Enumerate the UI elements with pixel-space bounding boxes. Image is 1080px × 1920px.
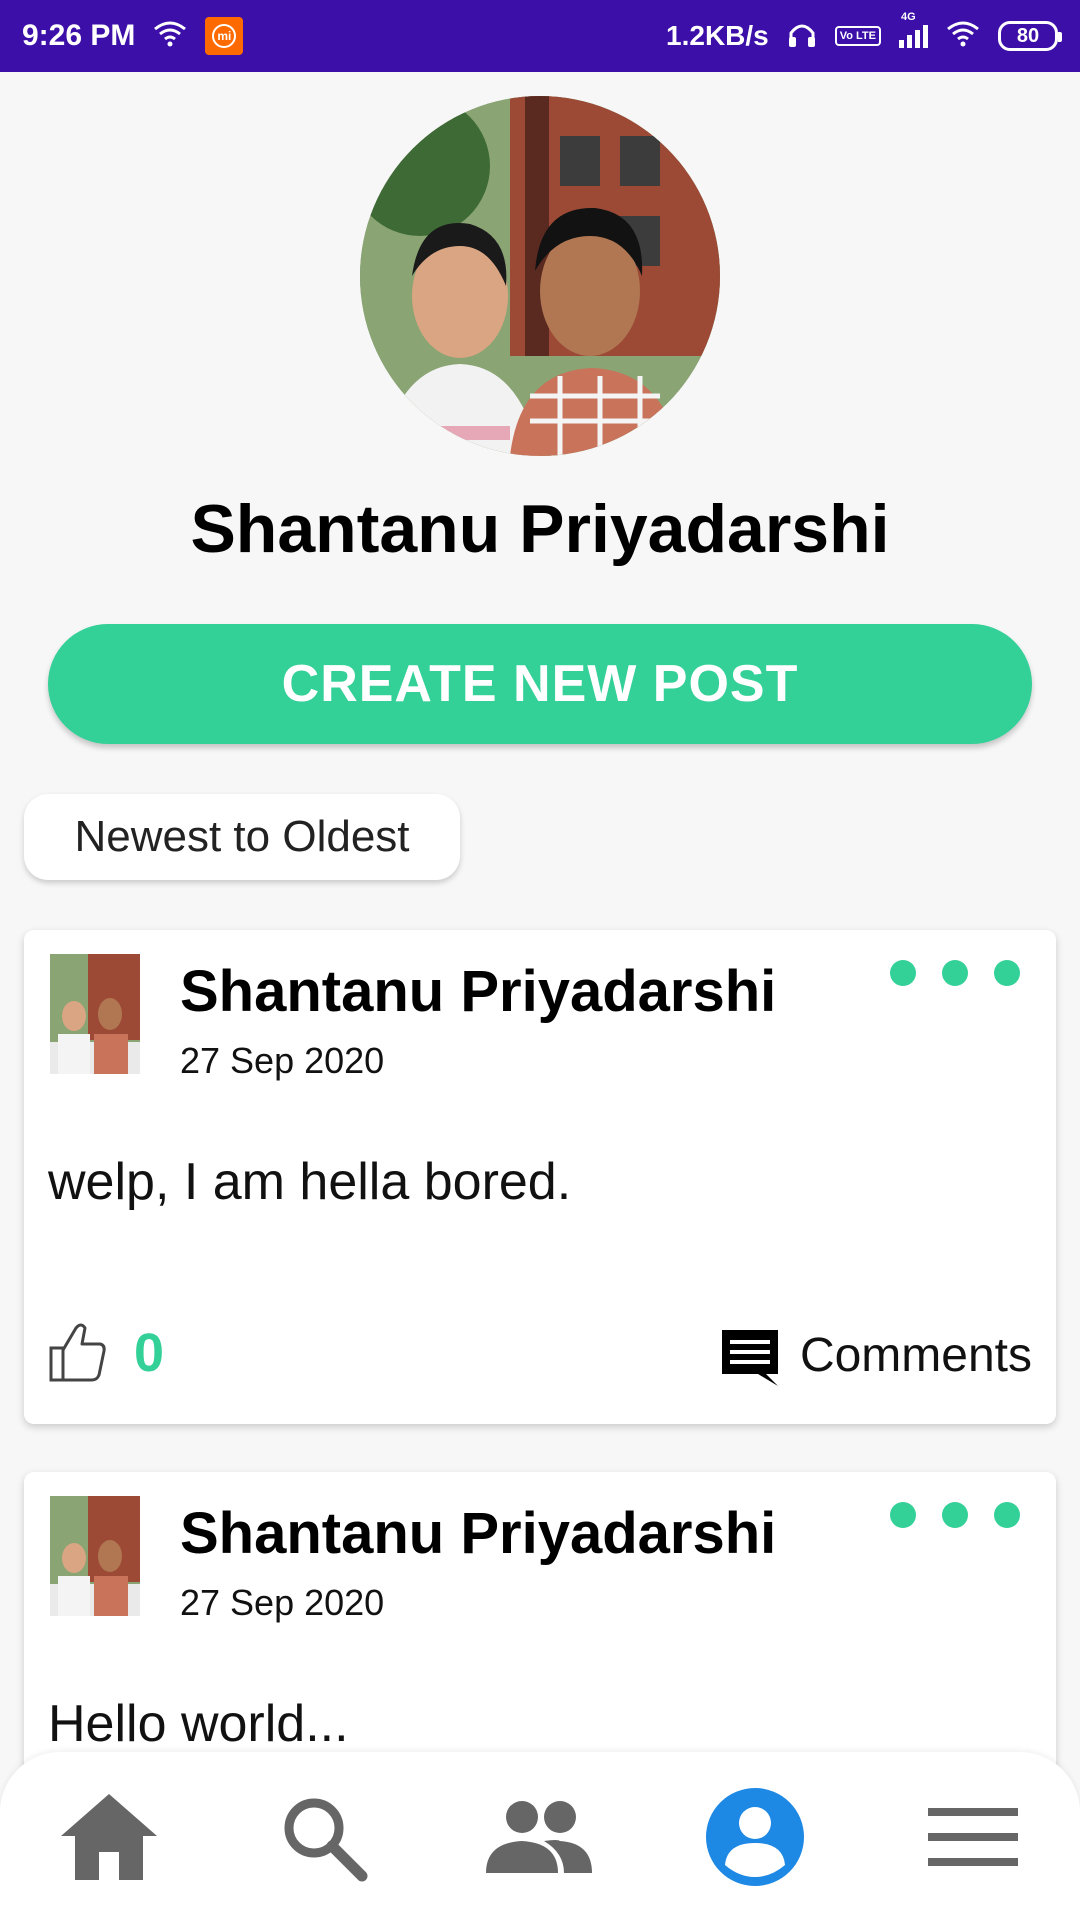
create-new-post-button[interactable]: CREATE NEW POST	[48, 624, 1032, 744]
mi-app-icon: mi	[205, 17, 244, 55]
post-author-avatar[interactable]	[50, 1496, 140, 1616]
like-count: 0	[134, 1323, 165, 1383]
home-icon	[61, 1794, 157, 1880]
profile-name: Shantanu Priyadarshi	[190, 491, 890, 567]
signal-icon: 4G	[899, 11, 928, 48]
headset-icon	[787, 19, 817, 54]
volte-icon: Vo LTE	[834, 26, 881, 46]
thumbs-up-icon[interactable]	[48, 1320, 108, 1384]
status-time: 9:26 PM	[22, 19, 136, 52]
comments-link[interactable]: Comments	[800, 1328, 1032, 1383]
network-speed: 1.2KB/s	[666, 20, 769, 51]
post-date: 27 Sep 2020	[180, 1040, 385, 1081]
more-options-icon[interactable]	[890, 960, 1020, 986]
nav-menu[interactable]	[918, 1782, 1028, 1892]
wifi-icon	[153, 20, 187, 53]
friends-icon	[486, 1801, 592, 1873]
comment-icon[interactable]	[718, 1326, 782, 1386]
nav-search[interactable]	[268, 1782, 378, 1892]
nav-profile[interactable]	[700, 1782, 810, 1892]
status-bar: 9:26 PM mi 1.2KB/s Vo LTE 4G 80	[0, 0, 1080, 72]
signal-label: 4G	[901, 10, 916, 23]
sort-order-label: Newest to Oldest	[74, 812, 410, 861]
battery-icon: 80	[998, 21, 1062, 51]
nav-friends[interactable]	[484, 1782, 594, 1892]
search-icon	[284, 1798, 368, 1882]
post-author-name[interactable]: Shantanu Priyadarshi	[180, 958, 776, 1025]
status-bar-right: 1.2KB/s Vo LTE 4G 80	[666, 11, 1062, 54]
post-author-name[interactable]: Shantanu Priyadarshi	[180, 1500, 776, 1567]
post-body: Hello world...	[48, 1695, 349, 1753]
author-photo	[50, 1496, 140, 1616]
more-options-icon[interactable]	[890, 1502, 1020, 1528]
author-photo	[50, 954, 140, 1074]
bottom-navigation	[0, 1752, 1080, 1920]
post-author-avatar[interactable]	[50, 954, 140, 1074]
profile-avatar[interactable]	[360, 96, 720, 456]
post-date: 27 Sep 2020	[180, 1582, 385, 1623]
post-card: Shantanu Priyadarshi 27 Sep 2020 Hello w…	[24, 1472, 1056, 1772]
menu-icon	[928, 1808, 1018, 1866]
post-card: Shantanu Priyadarshi 27 Sep 2020 welp, I…	[24, 930, 1056, 1424]
profile-icon	[706, 1788, 804, 1886]
post-body: welp, I am hella bored.	[48, 1153, 572, 1211]
status-bar-left: 9:26 PM mi	[22, 17, 244, 55]
profile-photo	[360, 96, 720, 456]
wifi-icon	[946, 20, 980, 53]
nav-home[interactable]	[54, 1782, 164, 1892]
sort-order-chip[interactable]: Newest to Oldest	[24, 794, 460, 880]
